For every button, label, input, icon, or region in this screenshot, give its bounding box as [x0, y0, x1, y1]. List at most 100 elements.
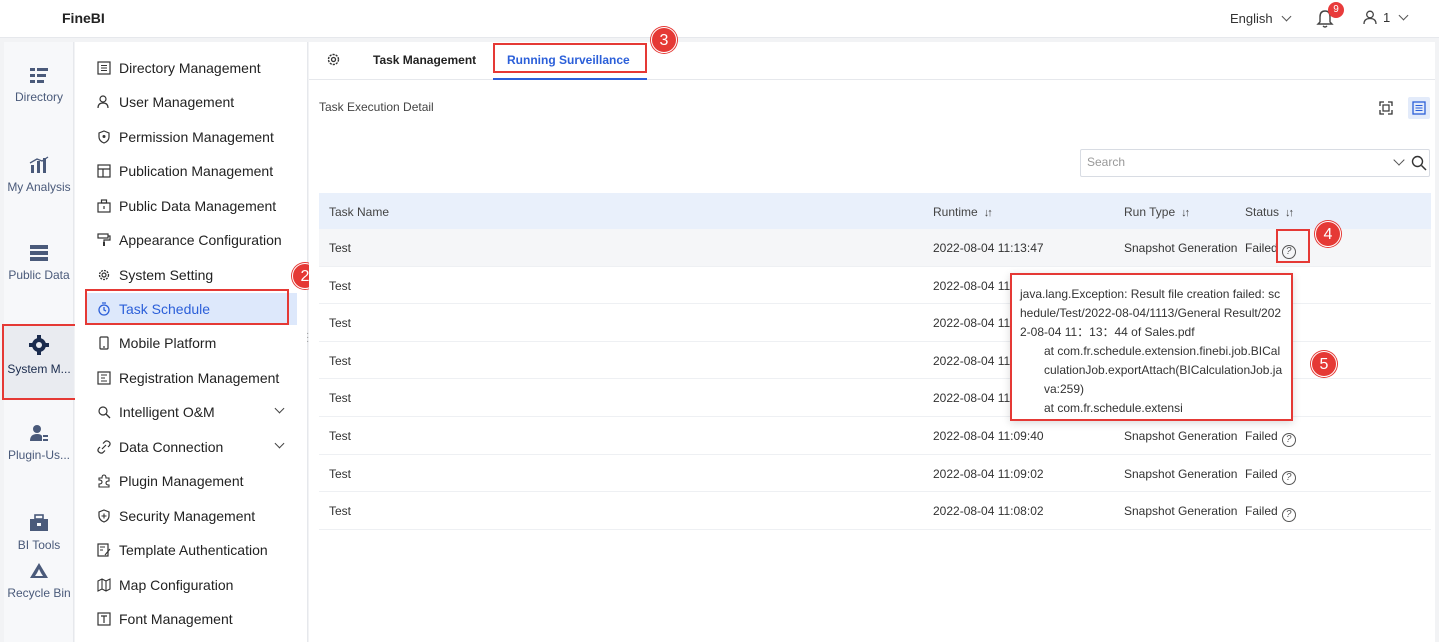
chevron-down-icon [1281, 11, 1292, 22]
plugin-user-icon [30, 425, 48, 441]
toolbox-icon [30, 514, 48, 531]
help-icon[interactable]: ? [1281, 432, 1296, 447]
list-icon [97, 61, 111, 75]
submenu-security-management[interactable]: Security Management [87, 500, 297, 532]
submenu-plugin-management[interactable]: Plugin Management [87, 465, 297, 497]
error-tooltip: java.lang.Exception: Result file creatio… [1010, 273, 1293, 421]
language-selector[interactable]: English [1230, 11, 1292, 26]
map-icon [97, 578, 111, 592]
submenu-intelligent-om[interactable]: Intelligent O&M [87, 396, 297, 428]
nav-public-data[interactable]: Public Data [4, 244, 74, 282]
highlight-box-2 [85, 289, 289, 325]
step-marker-4: 4 [1315, 221, 1341, 247]
sort-icon[interactable]: ↓↑ [1181, 207, 1190, 219]
nav-recycle-bin[interactable]: Recycle Bin [4, 562, 74, 600]
active-tab-indicator [493, 78, 647, 80]
puzzle-icon [98, 474, 110, 488]
list-view-button[interactable] [1408, 97, 1430, 119]
chevron-down-icon [1398, 10, 1409, 21]
submenu-publication-management[interactable]: Publication Management [87, 155, 297, 187]
error-message: java.lang.Exception: Result file creatio… [1020, 287, 1282, 339]
table-row[interactable]: Test 2022-08-04 11:13:47 Snapshot Generati… [319, 229, 1431, 267]
nav-label: Recycle Bin [7, 586, 71, 600]
shield-icon [98, 130, 110, 144]
submenu-registration-management[interactable]: Registration Management [87, 362, 297, 394]
submenu-appearance-configuration[interactable]: Appearance Configuration [87, 224, 297, 256]
settings-icon[interactable] [326, 52, 341, 67]
top-bar: FineBI English 9 1 [0, 0, 1439, 38]
highlight-box-4 [1276, 229, 1310, 263]
page-title: Task Execution Detail [319, 100, 434, 114]
table-header: Task Name Runtime ↓↑ Run Type ↓↑ Status ↓↑ [319, 193, 1431, 229]
user-icon [1363, 10, 1377, 25]
help-icon[interactable]: ? [1281, 508, 1296, 523]
sort-icon[interactable]: ↓↑ [1285, 207, 1294, 219]
col-status[interactable]: Status ↓↑ [1245, 205, 1294, 219]
fullscreen-icon[interactable] [1375, 97, 1397, 119]
nav-label: Plugin-Us... [7, 448, 71, 462]
nav-plugin-usage[interactable]: Plugin-Us... [4, 424, 74, 462]
tab-bar: Task Management Running Surveillance [309, 42, 1435, 80]
table-row[interactable]: Test 2022-08-04 11:09:02 Snapshot Generati… [319, 455, 1431, 493]
submenu-permission-management[interactable]: Permission Management [87, 121, 297, 153]
submenu-font-management[interactable]: Font Management [87, 603, 297, 635]
mobile-icon [99, 336, 109, 350]
user-menu[interactable]: 1 [1363, 10, 1409, 25]
nav-label: My Analysis [7, 180, 71, 194]
nav-my-analysis[interactable]: My Analysis [4, 156, 74, 194]
step-marker-5: 5 [1311, 351, 1337, 377]
chevron-down-icon[interactable] [274, 438, 285, 449]
recycle-icon [30, 563, 48, 578]
notification-badge: 9 [1328, 2, 1344, 18]
search-box[interactable] [1080, 149, 1430, 177]
submenu-system-setting[interactable]: System Setting [87, 259, 297, 291]
submenu-directory-management[interactable]: Directory Management [87, 52, 297, 84]
app-logo: FineBI [62, 10, 105, 26]
nav-label: Directory [14, 90, 63, 104]
submenu-user-management[interactable]: User Management [87, 86, 297, 118]
help-icon[interactable]: ? [1281, 470, 1296, 485]
paint-roller-icon [97, 233, 111, 246]
directory-icon [30, 68, 48, 83]
font-icon [97, 612, 111, 626]
briefcase-icon [97, 199, 111, 213]
nav-directory[interactable]: Directory [4, 66, 74, 104]
table-row[interactable]: Test 2022-08-04 11:08:02 Snapshot Generati… [319, 492, 1431, 530]
gear-icon [98, 269, 110, 281]
nav-bi-tools[interactable]: BI Tools [4, 514, 74, 554]
database-icon [30, 245, 48, 261]
security-shield-icon [98, 509, 110, 523]
link-icon [97, 440, 111, 454]
list-view-icon [1412, 101, 1426, 115]
search-gear-icon [98, 406, 111, 419]
nav-label: BI Tools [17, 538, 61, 552]
col-run-type[interactable]: Run Type ↓↑ [1124, 205, 1190, 219]
sort-icon[interactable]: ↓↑ [984, 207, 993, 219]
layout-icon [97, 164, 111, 178]
table-row[interactable]: Test 2022-08-04 11:09:40 Snapshot Generati… [319, 417, 1431, 455]
highlight-box-3 [493, 43, 647, 73]
col-task-name: Task Name [329, 205, 390, 219]
step-marker-3: 3 [651, 27, 677, 53]
registration-icon [97, 371, 111, 385]
language-label: English [1230, 11, 1273, 26]
search-input[interactable] [1087, 155, 1377, 169]
search-icon[interactable] [1411, 155, 1427, 171]
system-submenu: Directory Management User Management Per… [75, 42, 308, 642]
user-icon [97, 95, 109, 109]
col-runtime[interactable]: Runtime ↓↑ [933, 205, 993, 219]
highlight-box-1 [2, 324, 77, 400]
user-name: 1 [1383, 10, 1391, 25]
submenu-public-data-management[interactable]: Public Data Management [87, 190, 297, 222]
tab-task-management[interactable]: Task Management [373, 53, 476, 67]
nav-label: Public Data [8, 268, 70, 282]
submenu-map-configuration[interactable]: Map Configuration [87, 569, 297, 601]
submenu-mobile-platform[interactable]: Mobile Platform [87, 327, 297, 359]
stack-line: at com.fr.schedule.extensi [1044, 401, 1183, 415]
edit-doc-icon [97, 543, 111, 557]
chevron-down-icon[interactable] [1393, 154, 1405, 166]
stack-line: at com.fr.schedule.extension.finebi.job.… [1044, 344, 1283, 396]
submenu-template-authentication[interactable]: Template Authentication [87, 534, 297, 566]
submenu-data-connection[interactable]: Data Connection [87, 431, 297, 463]
chevron-down-icon[interactable] [274, 403, 285, 414]
